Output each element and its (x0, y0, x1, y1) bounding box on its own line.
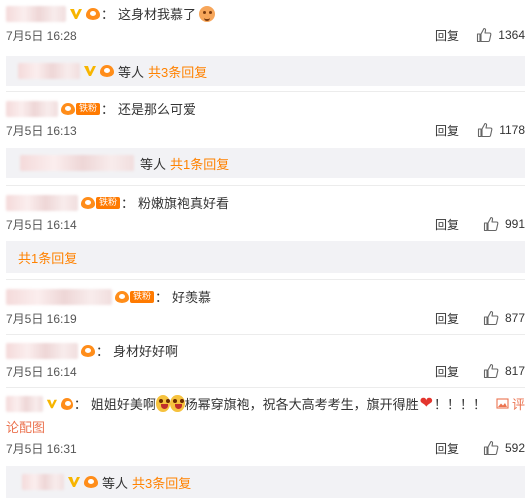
thumbs-up-icon (483, 440, 499, 456)
member-badge-icon (115, 290, 129, 303)
verified-v-icon (84, 66, 96, 76)
comment-picture-link-wrap[interactable]: 论配图 (6, 417, 45, 436)
sub-suffix: 等人 (140, 156, 167, 172)
username-blurred[interactable] (6, 395, 44, 412)
member-badge-icon (60, 397, 73, 410)
comment-text-part3: ！！！！ (433, 397, 486, 412)
comment-text: 粉嫩旗袍真好看 (138, 196, 230, 211)
comment-text: 身材好好啊 (113, 344, 179, 359)
username-blurred (22, 474, 64, 490)
comment-text: 好羡慕 (172, 290, 212, 305)
heart-icon: ❤ (419, 394, 433, 412)
like-button[interactable]: 991 (483, 216, 525, 232)
fan-badge: 铁粉 (96, 196, 121, 209)
member-badge-icon (100, 65, 114, 77)
username-blurred[interactable] (6, 342, 78, 359)
emoji-icon (155, 395, 171, 412)
reply-count-link[interactable]: 共1条回复 (18, 248, 77, 267)
comment-time: 7月5日 16:14 (6, 218, 77, 232)
thumbs-up-icon (483, 363, 499, 379)
like-count: 817 (504, 364, 525, 378)
colon: ： (96, 344, 110, 359)
member-badge-icon (81, 344, 95, 357)
like-button[interactable]: 1364 (476, 27, 525, 43)
comment-text-part2: 杨幂穿旗袍，祝各大高考考生，旗开得胜 (184, 397, 419, 412)
divider (6, 279, 525, 280)
sub-suffix: 等人 (102, 475, 129, 491)
member-badge-icon (84, 476, 98, 488)
username-blurred (20, 155, 134, 171)
colon: ： (101, 102, 115, 117)
comment-time: 7月5日 16:28 (6, 29, 77, 43)
like-count: 592 (504, 441, 525, 455)
thumbs-up-icon (483, 216, 499, 232)
member-badge-icon (61, 102, 75, 115)
reply-count-link[interactable]: 共1条回复 (170, 154, 229, 173)
comment-text-part1: 姐姐好美啊 (90, 397, 156, 412)
reply-button[interactable]: 回复 (435, 310, 459, 327)
verified-v-icon (68, 477, 80, 487)
reply-button[interactable]: 回复 (435, 363, 459, 380)
colon: ： (73, 397, 87, 412)
member-badge-icon (86, 7, 100, 20)
like-button[interactable]: 1178 (477, 122, 525, 138)
sub-replies-box[interactable]: 等人 共3条回复 (6, 466, 525, 498)
sub-replies-box[interactable]: 共1条回复 (6, 241, 525, 273)
like-button[interactable]: 877 (483, 310, 525, 326)
like-count: 1364 (498, 28, 525, 42)
divider (6, 334, 525, 335)
comment-time: 7月5日 16:19 (6, 312, 77, 326)
fan-badge: 铁粉 (130, 290, 155, 303)
comment-text: 还是那么可爱 (118, 102, 197, 117)
verified-v-icon (47, 399, 58, 408)
colon: ： (121, 196, 135, 211)
sub-replies-box[interactable]: 等人 共3条回复 (6, 56, 525, 86)
picture-icon (496, 398, 509, 409)
comment-time: 7月5日 16:14 (6, 365, 77, 379)
emoji-icon (199, 5, 216, 22)
fan-badge: 铁粉 (76, 102, 101, 115)
like-button[interactable]: 592 (483, 440, 525, 456)
thumbs-up-icon (483, 310, 499, 326)
comment-time: 7月5日 16:31 (6, 442, 77, 456)
like-button[interactable]: 817 (483, 363, 525, 379)
reply-button[interactable]: 回复 (435, 27, 459, 44)
comment-text: 这身材我慕了 (118, 7, 197, 22)
thumbs-up-icon (478, 122, 493, 138)
reply-count-link[interactable]: 共3条回复 (148, 62, 207, 81)
comment-picture-link[interactable]: 评 (496, 394, 525, 413)
like-count: 877 (504, 311, 525, 325)
divider (6, 185, 525, 186)
like-count: 1178 (499, 123, 525, 137)
comment-time: 7月5日 16:13 (6, 124, 77, 138)
divider (6, 387, 525, 388)
divider (6, 91, 525, 92)
colon: ： (155, 290, 169, 305)
colon: ： (101, 7, 115, 22)
username-blurred[interactable] (6, 5, 66, 22)
verified-v-icon (70, 8, 82, 19)
emoji-icon (170, 395, 185, 412)
reply-button[interactable]: 回复 (435, 440, 459, 457)
sub-suffix: 等人 (118, 64, 145, 80)
comment-list: ： 这身材我慕了 7月5日 16:28 回复 1364 等人 共3条回复 铁粉 … (0, 0, 525, 498)
reply-button[interactable]: 回复 (435, 216, 459, 233)
member-badge-icon (81, 196, 95, 209)
thumbs-up-icon (477, 27, 492, 43)
reply-count-link[interactable]: 共3条回复 (132, 473, 191, 492)
picture-label: 评 (512, 397, 525, 412)
username-blurred[interactable] (6, 288, 112, 305)
sub-replies-box[interactable]: 等人 共1条回复 (6, 148, 525, 178)
username-blurred[interactable] (6, 194, 78, 211)
reply-button[interactable]: 回复 (435, 122, 459, 139)
username-blurred[interactable] (6, 100, 58, 117)
username-blurred (18, 63, 80, 79)
like-count: 991 (504, 217, 525, 231)
